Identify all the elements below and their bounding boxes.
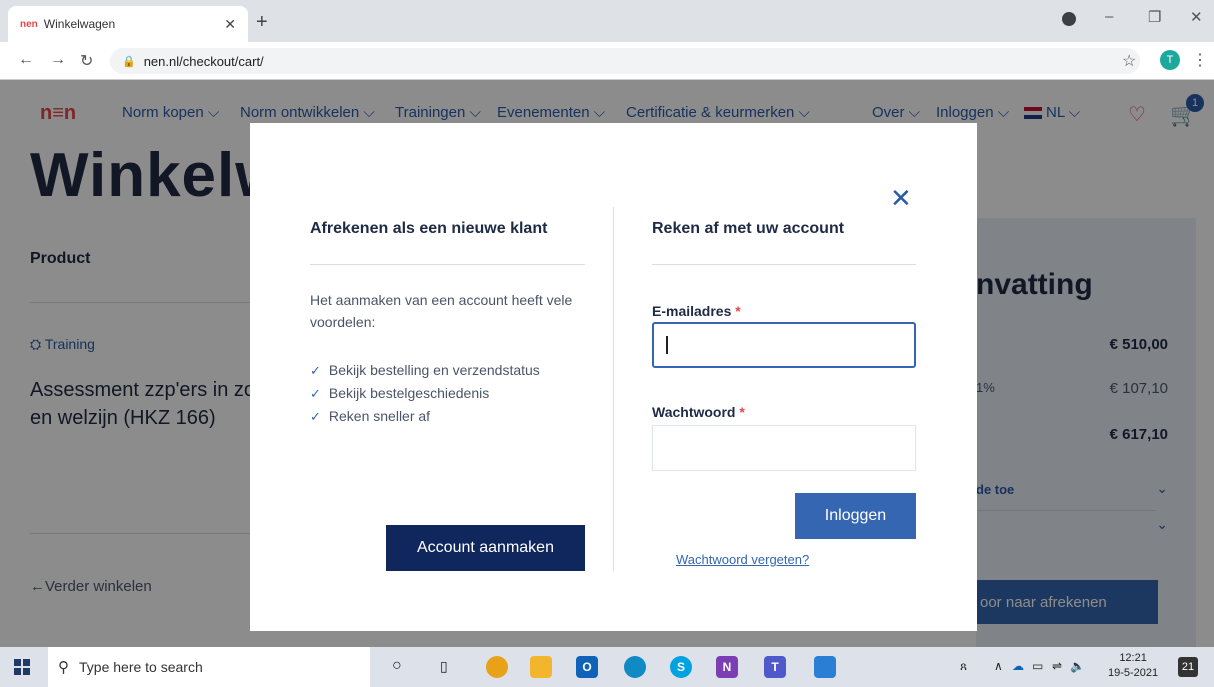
benefits-list: ✓ Bekijk bestelling en verzendstatus ✓ Bek…: [310, 359, 540, 428]
window-close-icon[interactable]: ✕: [1190, 8, 1203, 26]
password-field[interactable]: [652, 425, 916, 471]
profile-avatar[interactable]: T: [1160, 50, 1180, 70]
nen-favicon-icon: nen: [20, 18, 38, 30]
column-divider: [613, 207, 614, 571]
checkmark-icon: ✓: [310, 386, 321, 401]
browser-profile-icon[interactable]: [1062, 12, 1076, 26]
text-caret: [666, 336, 668, 354]
divider: [652, 264, 916, 265]
address-bar-row: ← → ↻ 🔒 nen.nl/checkout/cart/ ☆: [0, 42, 1214, 80]
windows-taskbar: ⚲ Type here to search ○ ▯ O S N T ጸ ∧ ☁ …: [0, 647, 1214, 687]
onedrive-icon[interactable]: ☁: [1012, 659, 1024, 673]
task-view-icon[interactable]: ▯: [440, 658, 448, 675]
back-arrow-icon[interactable]: ←: [18, 51, 34, 69]
close-modal-icon[interactable]: ✕: [890, 183, 912, 214]
minimize-icon[interactable]: –: [1105, 8, 1113, 25]
login-button[interactable]: Inloggen: [795, 493, 916, 539]
checkmark-icon: ✓: [310, 363, 321, 378]
tray-chevron-icon[interactable]: ∧: [994, 659, 1003, 673]
cortana-icon[interactable]: ○: [392, 657, 402, 675]
login-title: Reken af met uw account: [652, 220, 845, 237]
outlook-icon[interactable]: O: [576, 656, 598, 678]
required-mark: *: [739, 404, 745, 420]
benefit-text: Reken sneller af: [328, 408, 431, 424]
lock-icon: 🔒: [122, 55, 136, 68]
new-customer-title: Afrekenen als een nieuwe klant: [310, 220, 548, 237]
url-field[interactable]: 🔒 nen.nl/checkout/cart/: [110, 48, 1140, 74]
chrome-icon[interactable]: [486, 656, 508, 678]
forgot-password-link[interactable]: Wachtwoord vergeten?: [676, 552, 809, 567]
required-mark: *: [735, 303, 741, 319]
list-item: ✓ Bekijk bestelgeschiedenis: [310, 382, 540, 405]
new-tab-button[interactable]: +: [256, 11, 268, 34]
onenote-icon[interactable]: N: [716, 656, 738, 678]
reload-icon[interactable]: ↻: [80, 51, 93, 71]
file-explorer-icon[interactable]: [530, 656, 552, 678]
create-account-button[interactable]: Account aanmaken: [386, 525, 585, 571]
browser-tab[interactable]: nen Winkelwagen ✕: [8, 6, 248, 42]
checkout-login-modal: ✕ Afrekenen als een nieuwe klant Het aan…: [250, 123, 977, 631]
list-item: ✓ Reken sneller af: [310, 405, 540, 428]
teams-icon[interactable]: T: [764, 656, 786, 678]
people-icon[interactable]: ጸ: [960, 659, 967, 674]
email-label: E-mailadres *: [652, 303, 741, 319]
notification-center-icon[interactable]: 21: [1178, 657, 1198, 677]
battery-icon[interactable]: ▭: [1032, 659, 1043, 673]
divider: [310, 264, 585, 265]
volume-icon[interactable]: 🔈: [1070, 659, 1085, 673]
taskbar-search-input[interactable]: ⚲ Type here to search: [48, 647, 370, 687]
checkmark-icon: ✓: [310, 409, 321, 424]
restore-icon[interactable]: ❐: [1148, 8, 1161, 26]
tab-title: Winkelwagen: [43, 17, 116, 31]
list-item: ✓ Bekijk bestelling en verzendstatus: [310, 359, 540, 382]
password-label-text: Wachtwoord: [652, 404, 736, 420]
network-icon[interactable]: ⇌: [1052, 659, 1062, 673]
clock-time: 12:21: [1119, 652, 1147, 664]
taskbar-clock[interactable]: 12:21 19-5-2021: [1108, 651, 1158, 681]
edge-icon[interactable]: [624, 656, 646, 678]
benefit-text: Bekijk bestelgeschiedenis: [328, 385, 490, 401]
bookmark-star-icon[interactable]: ☆: [1122, 51, 1136, 71]
windows-start-icon[interactable]: [14, 659, 30, 675]
close-tab-icon[interactable]: ✕: [224, 16, 236, 33]
clock-date: 19-5-2021: [1108, 667, 1159, 679]
url-text: nen.nl/checkout/cart/: [143, 53, 264, 69]
browser-tabstrip: nen Winkelwagen ✕ + – ❐ ✕: [0, 0, 1214, 42]
taskbar-search-placeholder: Type here to search: [79, 659, 203, 675]
taskbar-app-icon[interactable]: [814, 656, 836, 678]
search-icon: ⚲: [58, 659, 69, 676]
forward-arrow-icon[interactable]: →: [50, 51, 66, 69]
password-label: Wachtwoord *: [652, 404, 745, 420]
browser-menu-icon[interactable]: ⋮: [1192, 50, 1208, 70]
benefits-intro: Het aanmaken van een account heeft vele …: [310, 292, 573, 330]
email-field[interactable]: [652, 322, 916, 368]
skype-icon[interactable]: S: [670, 656, 692, 678]
email-label-text: E-mailadres: [652, 303, 732, 319]
benefit-text: Bekijk bestelling en verzendstatus: [328, 362, 540, 378]
